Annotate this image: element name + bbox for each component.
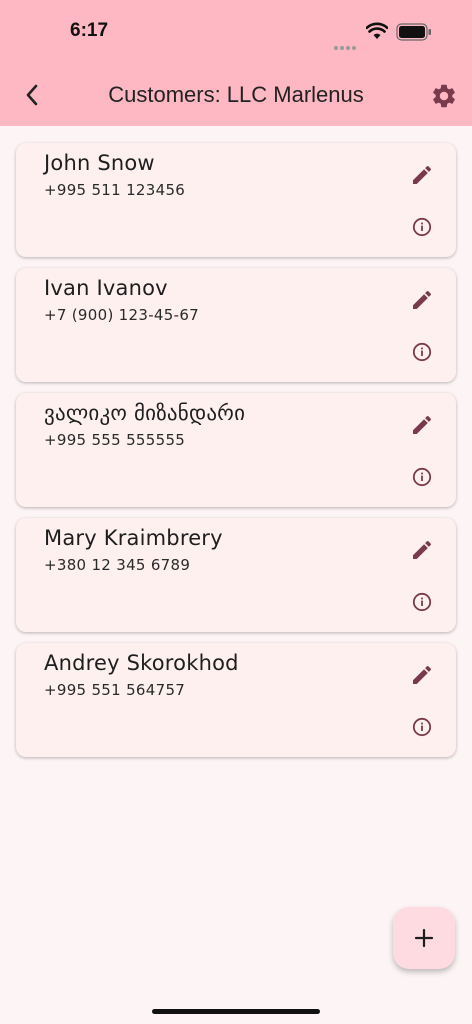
edit-button[interactable] bbox=[410, 413, 434, 437]
edit-button[interactable] bbox=[410, 538, 434, 562]
info-button[interactable] bbox=[410, 465, 434, 489]
info-icon bbox=[412, 217, 432, 237]
customer-card[interactable]: Andrey Skorokhod +995 551 564757 bbox=[16, 643, 456, 757]
customer-name: Andrey Skorokhod bbox=[44, 651, 239, 675]
customer-phone: +995 555 555555 bbox=[44, 431, 186, 449]
info-icon bbox=[412, 342, 432, 362]
customer-card[interactable]: John Snow +995 511 123456 bbox=[16, 143, 456, 257]
pencil-icon bbox=[413, 165, 432, 184]
toolbar: Customers: LLC Marlenus bbox=[0, 64, 472, 126]
info-button[interactable] bbox=[410, 715, 434, 739]
pencil-icon bbox=[413, 540, 432, 559]
customer-name: John Snow bbox=[44, 151, 155, 175]
customer-list: John Snow +995 511 123456 Ivan Ivanov +7… bbox=[16, 143, 456, 768]
customer-name: ვალიკო მიზანდარი bbox=[44, 401, 246, 425]
edit-button[interactable] bbox=[410, 663, 434, 687]
info-button[interactable] bbox=[410, 340, 434, 364]
customer-phone: +995 551 564757 bbox=[44, 681, 186, 699]
settings-button[interactable] bbox=[430, 82, 458, 110]
pencil-icon bbox=[413, 290, 432, 309]
info-button[interactable] bbox=[410, 215, 434, 239]
customer-name: Mary Kraimbrery bbox=[44, 526, 223, 550]
customer-card[interactable]: Mary Kraimbrery +380 12 345 6789 bbox=[16, 518, 456, 632]
page-title: Customers: LLC Marlenus bbox=[108, 82, 364, 107]
info-icon bbox=[412, 592, 432, 612]
app-bar: 6:17 Customers: LLC Marlenus bbox=[0, 0, 472, 126]
cellular-signal-icon bbox=[334, 35, 358, 54]
info-icon bbox=[412, 467, 432, 487]
customer-phone: +380 12 345 6789 bbox=[44, 556, 191, 574]
status-bar: 6:17 bbox=[0, 0, 472, 64]
pencil-icon bbox=[413, 665, 432, 684]
edit-button[interactable] bbox=[410, 288, 434, 312]
wifi-icon bbox=[366, 22, 388, 39]
battery-icon bbox=[396, 23, 431, 41]
customer-name: Ivan Ivanov bbox=[44, 276, 168, 300]
home-indicator[interactable] bbox=[152, 1009, 320, 1014]
info-button[interactable] bbox=[410, 590, 434, 614]
pencil-icon bbox=[413, 415, 432, 434]
customer-card[interactable]: Ivan Ivanov +7 (900) 123-45-67 bbox=[16, 268, 456, 382]
edit-button[interactable] bbox=[410, 163, 434, 187]
customer-card[interactable]: ვალიკო მიზანდარი +995 555 555555 bbox=[16, 393, 456, 507]
plus-icon bbox=[414, 928, 434, 948]
info-icon bbox=[412, 717, 432, 737]
customer-phone: +995 511 123456 bbox=[44, 181, 186, 199]
customer-phone: +7 (900) 123-45-67 bbox=[44, 306, 200, 324]
gear-icon bbox=[433, 84, 455, 108]
add-customer-button[interactable] bbox=[393, 907, 455, 969]
status-time: 6:17 bbox=[70, 20, 109, 41]
